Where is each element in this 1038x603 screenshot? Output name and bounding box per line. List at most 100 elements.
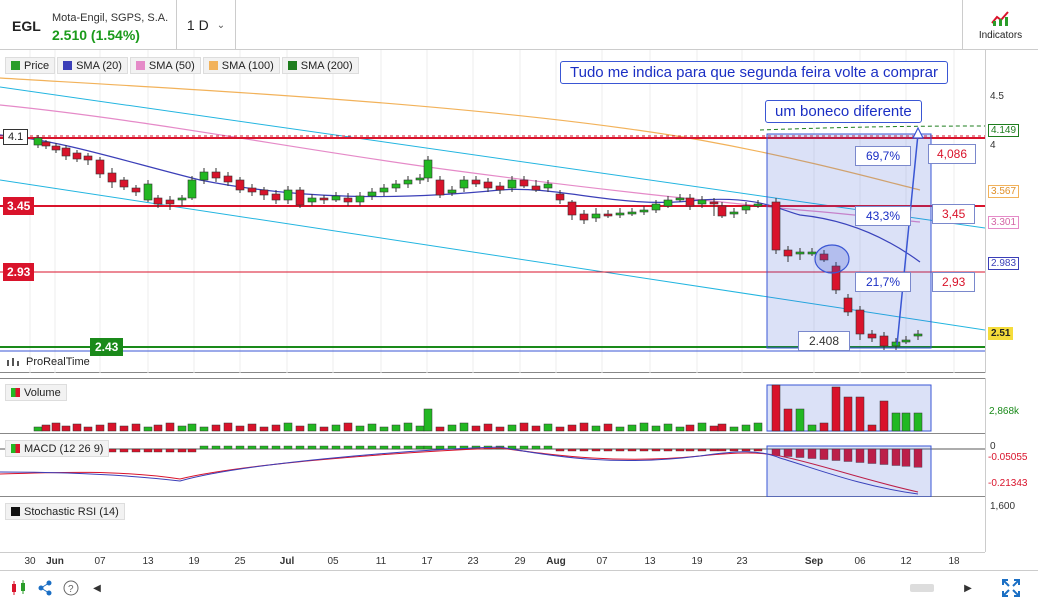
volume-bar	[343, 422, 353, 432]
level-label-41[interactable]: 4.1	[3, 129, 29, 145]
legend-item-price[interactable]: Price	[5, 57, 56, 74]
macd-histogram-bar	[741, 448, 751, 452]
volume-bar	[271, 424, 281, 432]
macd-histogram-bar	[343, 445, 353, 450]
macd-pane[interactable]	[0, 434, 985, 498]
price-pane[interactable]: 4.1 3.45 2.93 2.43 69,7% 43,3% 21,7% 4,0…	[0, 50, 986, 373]
time-axis-tick: 11	[375, 556, 387, 567]
macd-histogram-bar	[435, 445, 445, 450]
level-label-243[interactable]: 2.43	[90, 338, 124, 356]
macd-axis[interactable]: 0 -0.05055 -0.21343	[985, 434, 1038, 497]
volume-bar	[795, 408, 805, 432]
share-button[interactable]	[34, 577, 56, 599]
help-button[interactable]: ?	[60, 577, 82, 599]
candle-body	[891, 341, 901, 347]
legend-label: SMA (50)	[148, 59, 195, 72]
macd-histogram-bar	[187, 448, 197, 453]
stoch-legend[interactable]: Stochastic RSI (14)	[5, 503, 125, 520]
time-axis-tick: 25	[234, 556, 246, 567]
annotation-note-second[interactable]: um boneco diferente	[765, 100, 922, 123]
volume-bar	[913, 412, 923, 432]
annotation-note-main[interactable]: Tudo me indica para que segunda feira vo…	[560, 61, 948, 84]
val-293: 2,93	[932, 272, 976, 292]
scroll-left-button[interactable]: ◀	[86, 577, 108, 599]
candle-body	[379, 187, 389, 193]
volume-bar	[415, 425, 425, 432]
volume-bar	[771, 384, 781, 432]
legend-item-sma-50[interactable]: SMA (50)	[129, 57, 201, 74]
volume-bar	[697, 422, 707, 432]
candle-body	[447, 189, 457, 194]
macd-histogram-bar	[717, 448, 727, 452]
time-axis-tick: 23	[736, 556, 748, 567]
candle-body	[435, 179, 445, 196]
macd-legend[interactable]: MACD (12 26 9)	[5, 440, 110, 457]
level-label-293[interactable]: 2.93	[3, 263, 35, 281]
candle-body	[555, 193, 565, 201]
company-name: Mota-Engil, SGPS, S.A.	[52, 12, 169, 24]
scroll-right-button[interactable]: ▶	[957, 577, 979, 599]
legend-item-sma-200[interactable]: SMA (200)	[281, 57, 359, 74]
volume-bar	[729, 426, 739, 432]
indicators-button[interactable]: Indicators	[962, 0, 1038, 50]
highlight-circle	[814, 244, 850, 274]
volume-bar	[165, 422, 175, 432]
candle-body	[615, 212, 625, 216]
volume-axis[interactable]: 2,868k	[985, 378, 1038, 434]
time-axis-tick: Jul	[279, 556, 295, 567]
candle-body	[415, 177, 425, 181]
volume-bar	[95, 424, 105, 432]
macd-histogram-bar	[555, 448, 565, 452]
volume-bar	[867, 424, 877, 432]
time-axis[interactable]: 30 Jun 07 13 19 25 Jul 05 11 17 23 29 Aug 07 13 19 23 Sep…	[0, 552, 985, 570]
candle-body	[627, 211, 637, 215]
candle-body	[119, 179, 129, 188]
volume-bar	[235, 425, 245, 432]
macd-axis-v1: -0.05055	[988, 452, 1028, 463]
stoch-axis[interactable]: 1,600	[985, 497, 1038, 552]
legend-item-sma-20[interactable]: SMA (20)	[57, 57, 128, 74]
projection-box	[766, 133, 932, 349]
volume-legend[interactable]: Volume	[5, 384, 67, 401]
svg-text:?: ?	[68, 584, 74, 595]
candle-body	[259, 189, 269, 196]
val-4086: 4,086	[928, 144, 977, 164]
expand-icon	[1002, 579, 1020, 597]
volume-bar	[483, 423, 493, 432]
chart-type-button[interactable]	[8, 577, 30, 599]
time-axis-tick: 17	[421, 556, 433, 567]
volume-bar	[283, 422, 293, 432]
macd-histogram-bar	[519, 445, 529, 450]
candle-body	[783, 249, 793, 257]
axis-tick-45: 4.5	[990, 91, 1004, 102]
macd-histogram-bar	[651, 448, 661, 452]
time-axis-tick: 19	[188, 556, 200, 567]
macd-box	[766, 445, 932, 498]
fullscreen-button[interactable]	[1000, 577, 1022, 599]
volume-bar	[295, 425, 305, 432]
time-axis-tick: 29	[514, 556, 526, 567]
candle-body	[403, 179, 413, 185]
time-axis-tick: 23	[467, 556, 479, 567]
volume-bar	[663, 423, 673, 432]
stoch-pane[interactable]	[0, 497, 985, 552]
volume-bar	[807, 424, 817, 432]
legend-item-sma-100[interactable]: SMA (100)	[202, 57, 280, 74]
candle-body	[223, 175, 233, 183]
candle-body	[603, 213, 613, 217]
macd-histogram-bar	[271, 445, 281, 450]
macd-histogram-bar	[367, 445, 377, 450]
macd-histogram-bar	[423, 445, 433, 450]
candle-body	[307, 197, 317, 203]
price-axis[interactable]: 4.5 4 4.149 3.567 3.301 2.983 2.51	[985, 50, 1038, 373]
candle-body	[51, 145, 61, 151]
volume-bar	[143, 426, 153, 432]
volume-bar	[901, 412, 911, 432]
level-label-345[interactable]: 3.45	[3, 197, 35, 215]
chart-footer: ? ◀ ▶	[0, 570, 1038, 603]
timeframe-select[interactable]: 1 D ⌄	[176, 0, 236, 50]
volume-bar	[391, 424, 401, 432]
candle-body	[591, 213, 601, 219]
volume-pane[interactable]	[0, 378, 985, 434]
scrollbar-thumb[interactable]	[910, 584, 934, 592]
